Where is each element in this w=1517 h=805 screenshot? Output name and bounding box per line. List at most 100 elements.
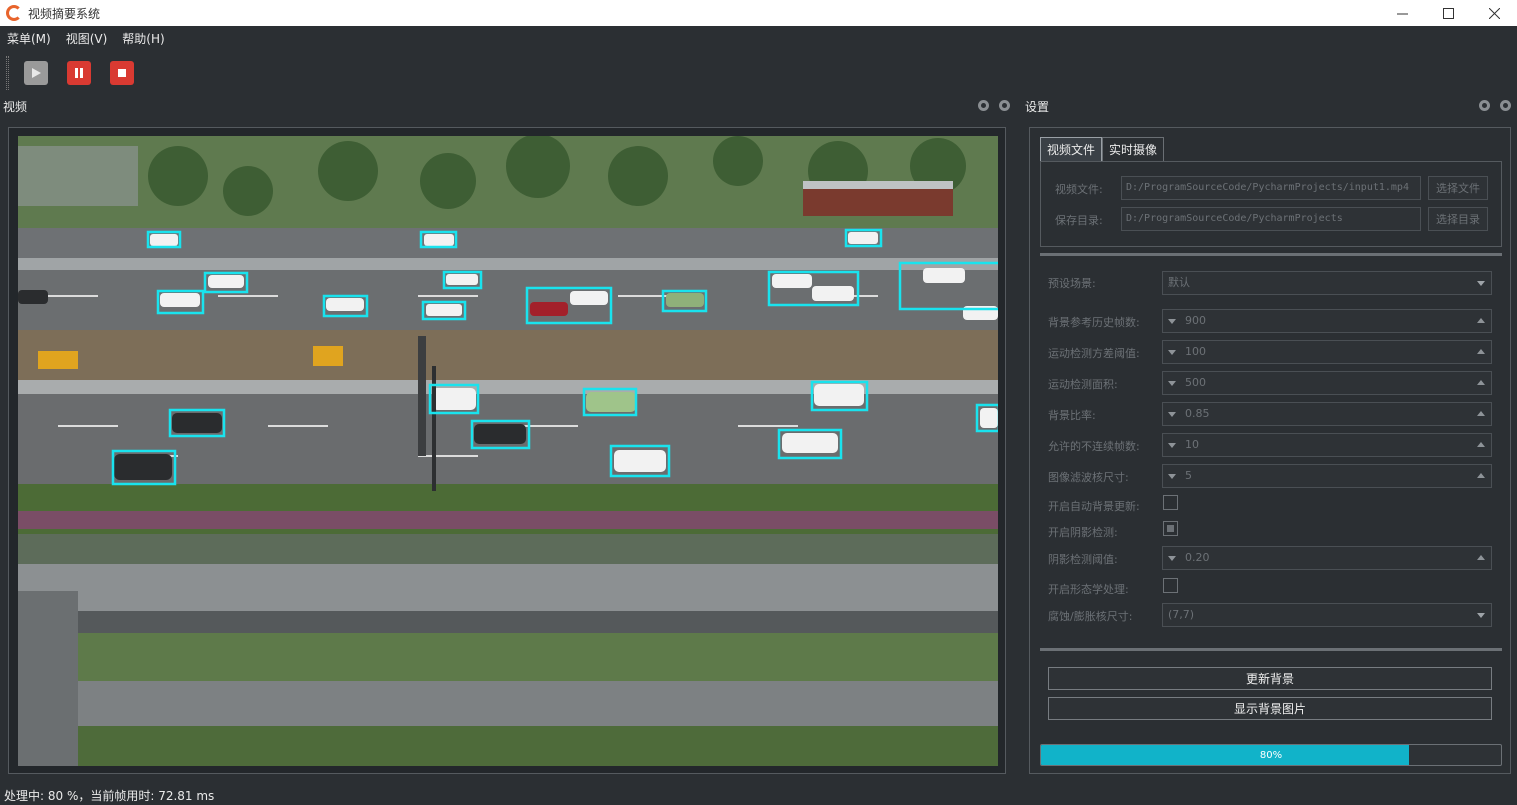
increment-icon[interactable] — [1477, 442, 1485, 447]
bg-history-frames-label: 背景参考历史帧数: — [1048, 316, 1140, 329]
auto-bg-update-label: 开启自动背景更新: — [1048, 500, 1140, 513]
chevron-down-icon — [1477, 281, 1485, 286]
bg-ratio-label: 背景比率: — [1048, 409, 1096, 422]
shadow-threshold-value: 0.20 — [1185, 551, 1210, 564]
video-file-label: 视频文件: — [1055, 183, 1103, 196]
video-file-tab-page: 视频文件: D:/ProgramSourceCode/PycharmProjec… — [1040, 161, 1502, 247]
separator — [1040, 648, 1502, 651]
play-icon — [32, 68, 41, 78]
preset-scene-label: 预设场景: — [1048, 277, 1096, 290]
menu-item-help[interactable]: 帮助(H) — [115, 30, 172, 47]
settings-panel: 视频文件 实时摄像 视频文件: D:/ProgramSourceCode/Pyc… — [1029, 127, 1511, 774]
shadow-threshold-spinbox[interactable]: 0.20 — [1162, 546, 1492, 570]
close-dock-icon[interactable] — [999, 100, 1010, 111]
increment-icon[interactable] — [1477, 411, 1485, 416]
shadow-threshold-label: 阴影检测阈值: — [1048, 553, 1118, 566]
filter-kernel-value: 5 — [1185, 469, 1192, 482]
tab-live-camera[interactable]: 实时摄像 — [1102, 137, 1165, 161]
title-bar: 视频摘要系统 — [0, 0, 1517, 26]
decrement-icon[interactable] — [1168, 556, 1176, 561]
source-tabs: 视频文件 实时摄像 — [1040, 137, 1165, 161]
show-background-button[interactable]: 显示背景图片 — [1048, 697, 1492, 720]
motion-var-threshold-value: 100 — [1185, 345, 1206, 358]
motion-area-label: 运动检测面积: — [1048, 378, 1118, 391]
decrement-icon[interactable] — [1168, 443, 1176, 448]
save-dir-field[interactable]: D:/ProgramSourceCode/PycharmProjects — [1121, 207, 1421, 231]
filter-kernel-spinbox[interactable]: 5 — [1162, 464, 1492, 488]
bg-history-frames-spinbox[interactable]: 900 — [1162, 309, 1492, 333]
float-icon[interactable] — [978, 100, 989, 111]
app-logo-icon — [6, 5, 22, 21]
menu-bar: 菜单(M) 视图(V) 帮助(H) — [0, 26, 1517, 50]
bg-ratio-value: 0.85 — [1185, 407, 1210, 420]
motion-area-value: 500 — [1185, 376, 1206, 389]
close-icon — [1488, 7, 1500, 19]
window-title: 视频摘要系统 — [28, 6, 101, 21]
video-frame-image — [18, 136, 998, 766]
toolbar-drag-handle[interactable] — [6, 56, 9, 90]
toolbar — [0, 52, 1517, 92]
float-icon[interactable] — [1479, 100, 1490, 111]
decrement-icon[interactable] — [1168, 412, 1176, 417]
settings-dock-title: 设置 — [1025, 99, 1050, 114]
progress-text: 80% — [1259, 749, 1283, 761]
video-panel — [8, 127, 1006, 774]
increment-icon[interactable] — [1477, 473, 1485, 478]
motion-area-spinbox[interactable]: 500 — [1162, 371, 1492, 395]
shadow-detect-label: 开启阴影检测: — [1048, 526, 1118, 539]
close-dock-icon[interactable] — [1500, 100, 1511, 111]
decrement-icon[interactable] — [1168, 474, 1176, 479]
stop-icon — [118, 69, 126, 77]
shadow-detect-checkbox[interactable] — [1163, 521, 1178, 536]
progress-bar: 80% — [1040, 744, 1502, 766]
settings-dock-header: 设置 — [1022, 96, 1517, 116]
close-button[interactable] — [1471, 0, 1517, 26]
update-background-button[interactable]: 更新背景 — [1048, 667, 1492, 690]
play-button[interactable] — [24, 61, 48, 85]
morphology-checkbox[interactable] — [1163, 578, 1178, 593]
increment-icon[interactable] — [1477, 380, 1485, 385]
video-file-field[interactable]: D:/ProgramSourceCode/PycharmProjects/inp… — [1121, 176, 1421, 200]
bg-history-frames-value: 900 — [1185, 314, 1206, 327]
increment-icon[interactable] — [1477, 555, 1485, 560]
bg-ratio-spinbox[interactable]: 0.85 — [1162, 402, 1492, 426]
morphology-label: 开启形态学处理: — [1048, 583, 1129, 596]
video-dock-header: 视频 — [0, 96, 1016, 116]
menu-item-view[interactable]: 视图(V) — [59, 30, 116, 47]
menu-item-menu[interactable]: 菜单(M) — [0, 30, 59, 47]
save-dir-label: 保存目录: — [1055, 214, 1103, 227]
decrement-icon[interactable] — [1168, 319, 1176, 324]
select-dir-button[interactable]: 选择目录 — [1428, 207, 1488, 231]
video-dock-title: 视频 — [3, 99, 28, 114]
status-text: 处理中: 80 %，当前帧用时: 72.81 ms — [4, 789, 215, 803]
traffic-scene-image — [18, 136, 998, 766]
erode-dilate-select[interactable]: (7,7) — [1162, 603, 1492, 627]
allowed-discontinuous-value: 10 — [1185, 438, 1199, 451]
separator — [1040, 253, 1502, 256]
tab-video-file[interactable]: 视频文件 — [1040, 137, 1103, 161]
decrement-icon[interactable] — [1168, 381, 1176, 386]
motion-var-threshold-spinbox[interactable]: 100 — [1162, 340, 1492, 364]
erode-dilate-label: 腐蚀/膨胀核尺寸: — [1048, 610, 1133, 623]
select-file-button[interactable]: 选择文件 — [1428, 176, 1488, 200]
minimize-icon — [1396, 13, 1408, 14]
erode-dilate-value: (7,7) — [1168, 608, 1195, 621]
increment-icon[interactable] — [1477, 318, 1485, 323]
stop-button[interactable] — [110, 61, 134, 85]
window-controls — [1379, 0, 1517, 26]
maximize-icon — [1442, 7, 1454, 19]
minimize-button[interactable] — [1379, 0, 1425, 26]
chevron-down-icon — [1477, 613, 1485, 618]
increment-icon[interactable] — [1477, 349, 1485, 354]
auto-bg-update-checkbox[interactable] — [1163, 495, 1178, 510]
allowed-discontinuous-label: 允许的不连续帧数: — [1048, 440, 1140, 453]
pause-button[interactable] — [67, 61, 91, 85]
preset-scene-value: 默认 — [1168, 276, 1190, 289]
maximize-button[interactable] — [1425, 0, 1471, 26]
decrement-icon[interactable] — [1168, 350, 1176, 355]
status-bar: 处理中: 80 %，当前帧用时: 72.81 ms — [0, 786, 1517, 805]
allowed-discontinuous-spinbox[interactable]: 10 — [1162, 433, 1492, 457]
motion-var-threshold-label: 运动检测方差阈值: — [1048, 347, 1140, 360]
preset-scene-select[interactable]: 默认 — [1162, 271, 1492, 295]
filter-kernel-label: 图像滤波核尺寸: — [1048, 471, 1129, 484]
